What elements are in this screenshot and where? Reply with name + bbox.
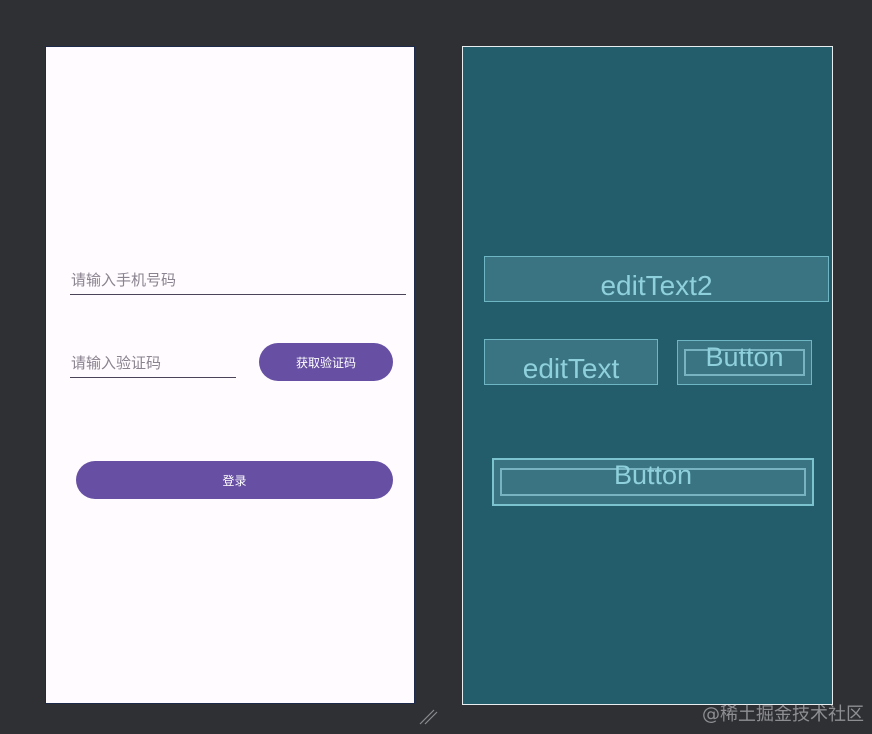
- blueprint-edittext[interactable]: editText: [484, 339, 658, 385]
- blueprint-button-get-code-label: Button: [705, 342, 784, 372]
- verification-code-input[interactable]: 请输入验证码: [70, 347, 236, 378]
- login-button[interactable]: 登录: [76, 461, 393, 499]
- phone-number-hint: 请输入手机号码: [71, 271, 177, 289]
- resize-handle-icon[interactable]: [418, 706, 438, 726]
- watermark-text: @稀土掘金技术社区: [702, 704, 864, 725]
- blueprint-edittext2-label: editText2: [600, 270, 713, 301]
- blueprint-preview[interactable]: editText2 editText Button Button: [462, 46, 833, 705]
- blueprint-button-login[interactable]: Button: [492, 458, 814, 506]
- verification-code-hint: 请输入验证码: [71, 354, 162, 372]
- get-code-button[interactable]: 获取验证码: [259, 343, 393, 381]
- phone-number-input[interactable]: 请输入手机号码: [70, 265, 406, 295]
- blueprint-button-login-label: Button: [613, 460, 693, 490]
- blueprint-button-get-code[interactable]: Button: [677, 340, 812, 385]
- blueprint-edittext2[interactable]: editText2: [484, 256, 829, 302]
- design-preview[interactable]: 请输入手机号码 请输入验证码 获取验证码 登录: [45, 46, 415, 704]
- blueprint-edittext-label: editText: [522, 353, 620, 384]
